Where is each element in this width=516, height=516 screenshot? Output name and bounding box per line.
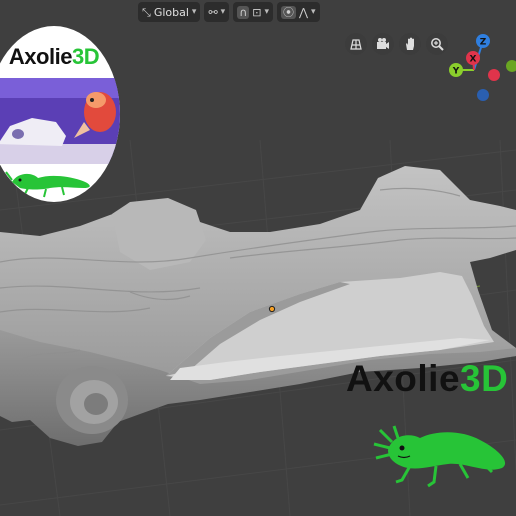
grid-view-button[interactable] [345,33,367,55]
z-axis-label: Z [480,38,487,48]
badge-brand-prefix: Axolie [8,44,73,69]
pivot-icon: ⚯ [208,5,218,19]
neg-y-axis-handle[interactable] [506,60,516,72]
viewport-header: ⤡ Global ▾ ⚯ ▾ ∩ ⊡ ▾ ⦿ ⋀ ▾ [138,0,320,24]
transform-orientation-icon: ⤡ [142,5,151,19]
y-axis-label: Y [452,67,460,77]
logo-badge: Axolie3D [0,26,120,202]
pan-button[interactable] [399,33,421,55]
proportional-edit-icon[interactable]: ⦿ [281,5,296,19]
navigation-buttons [345,33,448,55]
grid-view-icon [350,39,362,50]
badge-brand-suffix: 3D [71,44,100,69]
snap-icon[interactable]: ∩ [237,5,250,19]
chevron-down-icon: ▾ [311,7,316,17]
snap-target-icon[interactable]: ⊡ [252,7,261,18]
3d-viewport[interactable]: ⤡ Global ▾ ⚯ ▾ ∩ ⊡ ▾ ⦿ ⋀ ▾ Z Y X Axolie3… [0,0,516,516]
watermark-brand-prefix: Axolie [346,358,461,399]
chevron-down-icon: ▾ [264,7,269,17]
navigation-gizmo[interactable]: Z Y X [440,28,516,108]
x-axis-label: X [470,55,477,65]
watermark-brand-suffix: 3D [460,358,509,399]
transform-orientation-dropdown[interactable]: ⤡ Global ▾ [138,2,201,22]
badge-brand-text: Axolie3D [0,44,120,70]
proportional-edit-group[interactable]: ⦿ ⋀ ▾ [277,2,320,22]
snap-group[interactable]: ∩ ⊡ ▾ [233,2,273,22]
falloff-icon[interactable]: ⋀ [299,7,308,18]
aquarium-photo [0,78,120,164]
axolotl-logo-icon [3,171,90,198]
chevron-down-icon: ▾ [191,7,197,17]
axolotl-watermark-icon [373,425,506,488]
chevron-down-icon: ▾ [220,7,226,17]
watermark-brand-text: Axolie3D [346,358,508,400]
camera-icon [377,38,389,49]
hand-pan-icon [406,37,414,50]
camera-view-button[interactable] [372,33,394,55]
pivot-point-dropdown[interactable]: ⚯ ▾ [204,2,230,22]
orientation-label: Global [153,5,189,19]
neg-x-axis-handle[interactable] [488,69,500,81]
neg-z-axis-handle[interactable] [477,89,489,101]
